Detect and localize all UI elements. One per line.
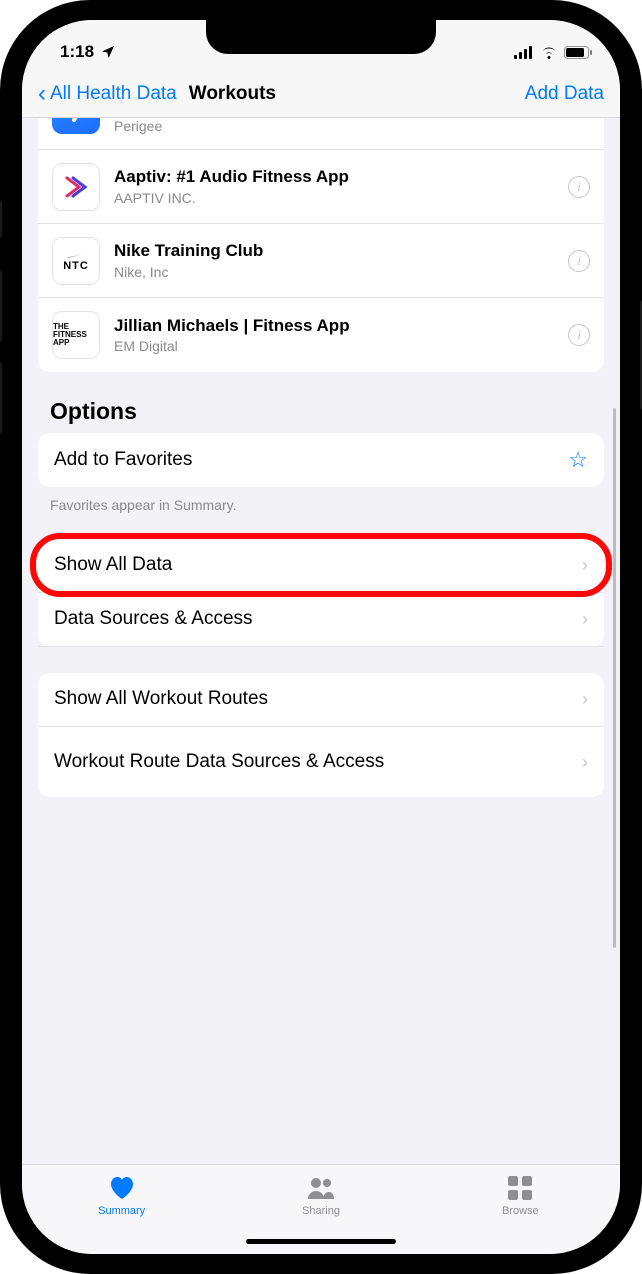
app-name: Aaptiv: #1 Audio Fitness App: [114, 167, 554, 187]
content-scroll[interactable]: Perigee i Aaptiv: #1 Audio Fitness App A…: [22, 118, 620, 1164]
app-row-perigee[interactable]: Perigee i: [38, 118, 604, 150]
scroll-bar[interactable]: [613, 408, 616, 948]
apps-card: Perigee i Aaptiv: #1 Audio Fitness App A…: [38, 118, 604, 372]
show-all-data-label: Show All Data: [54, 554, 568, 577]
info-icon[interactable]: i: [568, 176, 590, 198]
page-title: Workouts: [189, 83, 276, 105]
tab-browse[interactable]: Browse: [475, 1175, 565, 1254]
nav-bar: ‹ All Health Data Workouts Add Data: [22, 70, 620, 118]
app-publisher: EM Digital: [114, 338, 554, 354]
tab-bar: Summary Sharing Browse: [22, 1164, 620, 1254]
app-icon-aaptiv: [52, 163, 100, 211]
app-name: Nike Training Club: [114, 241, 554, 261]
chevron-right-icon: ›: [582, 555, 588, 576]
app-publisher: AAPTIV INC.: [114, 190, 554, 206]
route-sources-label: Workout Route Data Sources & Access: [54, 751, 568, 774]
back-button[interactable]: All Health Data: [50, 83, 177, 105]
status-time: 1:18: [60, 42, 94, 62]
chevron-right-icon: ›: [582, 752, 588, 773]
route-sources-row[interactable]: Workout Route Data Sources & Access ›: [38, 727, 604, 797]
info-icon[interactable]: i: [568, 324, 590, 346]
data-sources-row[interactable]: Data Sources & Access ›: [38, 593, 604, 647]
info-icon[interactable]: i: [568, 250, 590, 272]
favorites-card: Add to Favorites ☆: [38, 433, 604, 487]
location-icon: [100, 44, 116, 60]
data-sources-label: Data Sources & Access: [54, 608, 568, 631]
app-icon-fitness-app: THE FITNESS APP: [52, 311, 100, 359]
app-row-aaptiv[interactable]: Aaptiv: #1 Audio Fitness App AAPTIV INC.…: [38, 150, 604, 224]
tab-label: Summary: [98, 1205, 145, 1217]
data-card: Show All Data › Data Sources & Access ›: [38, 539, 604, 647]
show-all-data-row[interactable]: Show All Data ›: [38, 539, 604, 593]
tab-label: Sharing: [302, 1205, 340, 1217]
routes-card: Show All Workout Routes › Workout Route …: [38, 673, 604, 797]
show-all-routes-row[interactable]: Show All Workout Routes ›: [38, 673, 604, 727]
tab-summary[interactable]: Summary: [77, 1175, 167, 1254]
back-chevron-icon[interactable]: ‹: [38, 82, 46, 106]
cellular-icon: [514, 46, 534, 59]
app-icon-seven: [52, 118, 100, 134]
people-icon: [306, 1175, 336, 1201]
add-data-button[interactable]: Add Data: [525, 83, 604, 105]
heart-icon: [107, 1175, 137, 1201]
app-icon-ntc: NTC: [52, 237, 100, 285]
show-all-routes-label: Show All Workout Routes: [54, 688, 568, 711]
tab-label: Browse: [502, 1205, 539, 1217]
chevron-right-icon: ›: [582, 689, 588, 710]
app-row-ntc[interactable]: NTC Nike Training Club Nike, Inc i: [38, 224, 604, 298]
app-row-jillian[interactable]: THE FITNESS APP Jillian Michaels | Fitne…: [38, 298, 604, 372]
home-indicator[interactable]: [246, 1239, 396, 1244]
chevron-right-icon: ›: [582, 609, 588, 630]
favorites-footer: Favorites appear in Summary.: [50, 497, 604, 513]
star-icon[interactable]: ☆: [568, 447, 588, 473]
add-to-favorites-row[interactable]: Add to Favorites ☆: [38, 433, 604, 487]
app-name: Jillian Michaels | Fitness App: [114, 316, 554, 336]
app-publisher: Perigee: [114, 118, 554, 134]
options-heading: Options: [50, 398, 604, 425]
favorites-label: Add to Favorites: [54, 449, 554, 472]
battery-icon: [564, 46, 592, 59]
wifi-icon: [540, 46, 558, 59]
app-publisher: Nike, Inc: [114, 264, 554, 280]
grid-icon: [505, 1175, 535, 1201]
